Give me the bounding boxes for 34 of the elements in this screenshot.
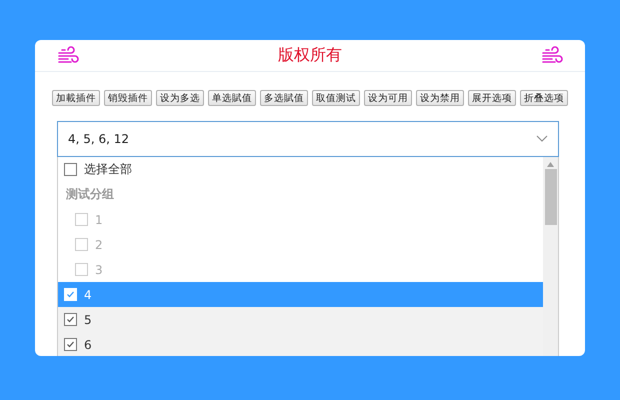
checkbox[interactable]: [64, 313, 77, 326]
checkmark-icon: [66, 290, 75, 299]
action-button[interactable]: 设为禁用: [416, 90, 464, 106]
action-button[interactable]: 加載插件: [52, 90, 100, 106]
page-title: 版权所有: [278, 45, 342, 66]
action-button[interactable]: 取值测试: [312, 90, 360, 106]
action-button[interactable]: 折叠选项: [520, 90, 568, 106]
action-button[interactable]: 多选賦值: [260, 90, 308, 106]
checkmark-icon: [66, 340, 75, 349]
wind-icon: [541, 46, 563, 66]
option-label: 5: [84, 312, 92, 326]
checkmark-icon: [66, 315, 75, 324]
checkbox[interactable]: [64, 338, 77, 351]
action-button[interactable]: 设为多选: [156, 90, 204, 106]
checkbox[interactable]: [64, 163, 77, 176]
scrollbar-thumb[interactable]: [544, 169, 556, 225]
scroll-up-arrow-icon[interactable]: [547, 162, 554, 167]
select-all-label: 选择全部: [84, 161, 132, 178]
option-label: 3: [95, 262, 103, 276]
action-button[interactable]: 单选賦值: [208, 90, 256, 106]
option-label: 4: [84, 288, 92, 302]
action-button[interactable]: 设为可用: [364, 90, 412, 106]
wind-icon: [57, 46, 79, 66]
scrollbar[interactable]: [543, 157, 558, 356]
option-row[interactable]: 5: [58, 307, 543, 332]
option-row[interactable]: 6: [58, 332, 543, 356]
option-label: 1: [95, 212, 103, 226]
chevron-down-icon: [536, 135, 548, 143]
option-label: 6: [84, 338, 92, 352]
action-button[interactable]: 销毁插件: [104, 90, 152, 106]
action-button[interactable]: 展开选项: [468, 90, 516, 106]
multi-select-field[interactable]: 4, 5, 6, 12: [57, 121, 559, 157]
group-label: 测试分组: [66, 186, 114, 203]
option-label: 2: [95, 238, 103, 252]
